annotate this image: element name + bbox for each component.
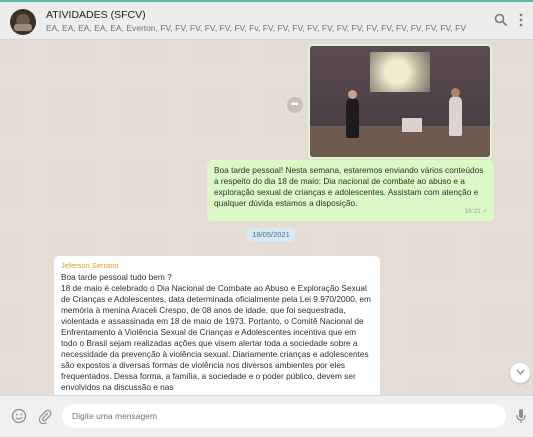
photo-head-left bbox=[348, 90, 357, 99]
group-title[interactable]: ATIVIDADES (SFCV) bbox=[46, 9, 146, 21]
mic-icon[interactable] bbox=[516, 408, 526, 428]
outgoing-message-text: Boa tarde pessoal! Nesta semana, estarem… bbox=[214, 165, 484, 208]
photo-floor bbox=[310, 126, 490, 157]
emoji-icon[interactable] bbox=[11, 408, 27, 428]
incoming-message-text: 18 de maio é celebrado o Dia Nacional de… bbox=[61, 283, 371, 392]
group-members[interactable]: EA, EA, EA, EA, EA, Everton, FV, FV, FV,… bbox=[46, 23, 466, 33]
chat-area[interactable]: ➦ Boa tarde pessoal! Nesta semana, estar… bbox=[0, 40, 533, 395]
group-avatar[interactable] bbox=[10, 9, 36, 35]
date-separator: 18/05/2021 bbox=[247, 228, 295, 242]
message-input[interactable] bbox=[62, 404, 506, 428]
search-icon[interactable] bbox=[494, 13, 508, 30]
accent-bar bbox=[0, 0, 533, 2]
outgoing-message[interactable]: Boa tarde pessoal! Nesta semana, estarem… bbox=[207, 160, 494, 221]
outgoing-message-time: 16:21 ✓ bbox=[464, 208, 488, 215]
image-message[interactable] bbox=[308, 44, 492, 159]
scroll-down-button[interactable] bbox=[510, 363, 530, 383]
compose-bar bbox=[0, 395, 533, 437]
chat-header: ATIVIDADES (SFCV) EA, EA, EA, EA, EA, Ev… bbox=[0, 0, 533, 40]
photo-box bbox=[402, 118, 422, 132]
attach-icon[interactable] bbox=[37, 408, 53, 428]
photo-person-right bbox=[449, 96, 462, 136]
sender-name[interactable]: Jeferson Serrano bbox=[61, 260, 373, 271]
photo-head-right bbox=[451, 88, 460, 97]
more-vertical-icon[interactable] bbox=[519, 13, 523, 30]
photo-thumbnail[interactable] bbox=[310, 46, 490, 157]
incoming-greeting: Boa tarde pessoal tudo bem ? bbox=[61, 272, 172, 282]
incoming-message[interactable]: Jeferson Serrano Boa tarde pessoal tudo … bbox=[54, 256, 380, 395]
photo-projection bbox=[370, 52, 430, 92]
forward-icon[interactable]: ➦ bbox=[287, 97, 303, 113]
photo-person-left bbox=[346, 98, 359, 138]
